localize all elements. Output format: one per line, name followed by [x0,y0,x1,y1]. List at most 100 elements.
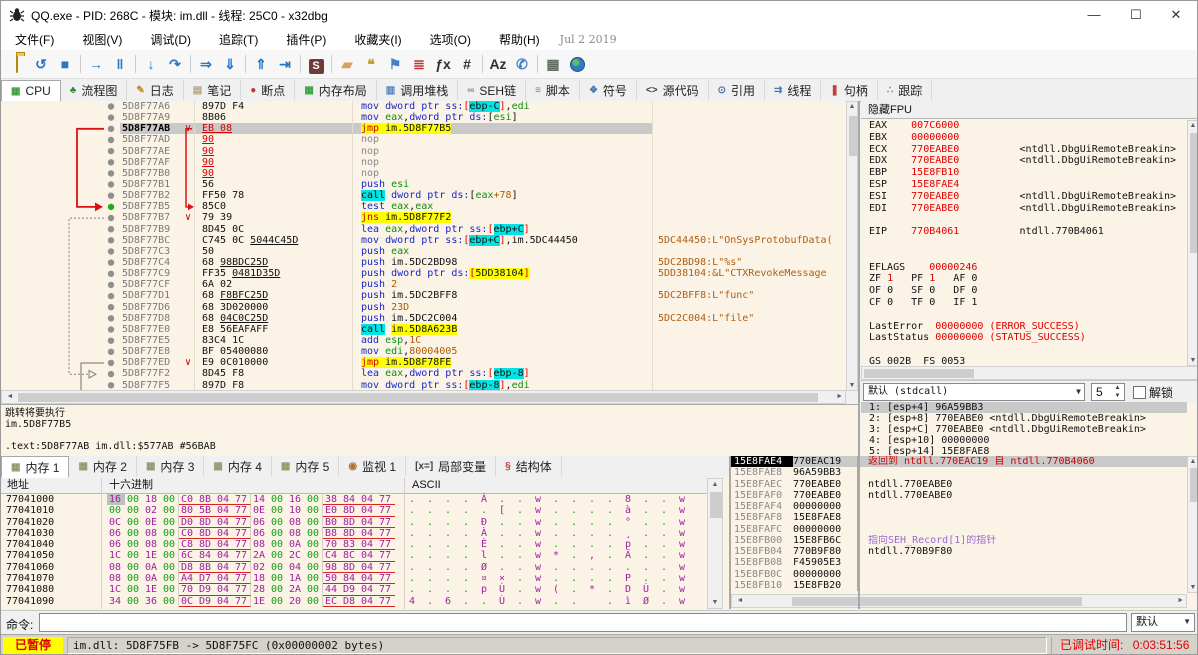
disasm-row[interactable]: 5D8F77AE 90 nop [120,145,846,157]
breakpoint-dot[interactable] [107,226,115,233]
tab-graph[interactable]: ♣ 流程图 [61,80,128,100]
breakpoint-dot[interactable] [107,337,115,344]
disasm-row[interactable]: 5D8F77B2 FF50 78 call dword ptr ds:[eax+78… [120,190,846,202]
breakpoint-dot[interactable] [107,114,115,121]
arg-count-stepper[interactable]: 5 ▲ ▼ [1091,383,1125,401]
breakpoint-dot[interactable] [107,237,115,244]
calculator-icon[interactable]: ▦ [541,53,565,75]
restart-icon[interactable]: ↺ [29,53,53,75]
disasm-row[interactable]: 5D8F77E0 E8 56EAFAFF call im.5D8A623B [120,323,846,335]
tab-memory-map[interactable]: ▦ 内存布局 [295,80,377,100]
breakpoint-dot[interactable] [107,304,115,311]
stack-row[interactable]: 15E8FAF0 770EABE0 ntdll.770EABE0 [731,489,1197,501]
menu-item-H[interactable]: 帮助(H) [485,31,554,48]
tab-dump3[interactable]: ▦ 内存 3 [137,456,205,476]
disassembly-panel[interactable]: 5D8F77A6 897D F4 mov dword ptr ss:[ebp-C],… [1,101,846,391]
breakpoint-dot[interactable] [107,248,115,255]
disasm-row[interactable]: 5D8F77D6 68 3D020000 push 23D [120,301,846,313]
tab-struct[interactable]: § 结构体 [496,456,562,476]
pause-icon[interactable]: ‖ [108,53,132,75]
comments-icon[interactable]: ❝ [359,53,383,75]
disassembly-vscrollbar[interactable]: ▲ ▼ [846,101,858,391]
disasm-row[interactable]: 5D8F77D1 68 F8BFC25D push im.5DC2BFF8 5DC2B… [120,290,846,302]
memory-dump-panel[interactable]: 地址 十六进制 ASCII 77041000 16 00 18 00 C0 8B 04 77 14… [1,478,729,609]
disasm-row[interactable]: 5D8F77AD 90 nop [120,134,846,146]
breakpoint-dot[interactable] [107,136,115,144]
tab-threads[interactable]: ⇉ 线程 [765,80,822,100]
scylla-icon[interactable]: S [304,53,328,75]
run-icon[interactable]: → [84,53,108,75]
memory-vscrollbar[interactable]: ▲ ▼ [707,478,723,609]
tab-log[interactable]: ✎ 日志 [127,80,184,100]
tab-breakpoints[interactable]: ● 断点 [241,80,296,100]
breakpoint-dot[interactable] [107,315,115,322]
breakpoint-dot[interactable] [107,259,115,266]
tab-trace[interactable]: ∴ 跟踪 [878,80,933,100]
breakpoint-dot[interactable] [107,382,115,389]
breakpoint-dot[interactable] [107,125,115,132]
menu-item-P[interactable]: 插件(P) [272,31,340,48]
assembler-device-icon[interactable]: ✆ [510,53,534,75]
argument-list[interactable]: 1: [esp+4] 96A59BB3 2: [esp+8] 770EABE0 <… [861,402,1187,457]
trace-over-icon[interactable]: ⇓ [218,53,242,75]
run-to-user-code-icon[interactable]: ⇥ [273,53,297,75]
stack-row[interactable]: 15E8FAE4 770EAC19 返回到 ntdll.770EAC19 自 ntd… [731,456,1197,468]
stack-row[interactable]: 15E8FB0C 00000000 [731,568,1197,580]
step-over-icon[interactable]: ↷ [163,53,187,75]
stack-row[interactable]: 15E8FB08 F45905E3 [731,557,1197,569]
disasm-row[interactable]: 5D8F77B7 ∨ 79 39 jns im.5D8F77F2 [120,212,846,224]
breakpoint-dot[interactable] [107,103,115,110]
trace-into-icon[interactable]: ⇒ [194,53,218,75]
tab-seh-chain[interactable]: ∞ SEH链 [458,80,527,100]
menu-item-O[interactable]: 选项(O) [416,31,485,48]
stepper-arrows-icon[interactable]: ▲ ▼ [1112,384,1123,400]
argument-row[interactable]: 3: [esp+C] 770EABE0 <ntdll.DbgUiRemoteBr… [861,424,1187,435]
breakpoint-dot[interactable] [107,292,115,300]
execute-till-return-icon[interactable]: ⇑ [249,53,273,75]
tab-dump4[interactable]: ▦ 内存 4 [204,456,272,476]
disasm-row[interactable]: 5D8F77B1 56 push esi [120,178,846,191]
disasm-row[interactable]: 5D8F77C3 50 push eax [120,245,846,257]
breakpoint-dot[interactable] [107,359,115,367]
stack-row[interactable]: 15E8FAE8 96A59BB3 [731,467,1197,479]
tab-dump1[interactable]: ▦ 内存 1 [1,456,70,478]
stack-row[interactable]: 15E8FAF8 15E8FAE8 [731,512,1197,524]
breakpoint-dot[interactable] [107,192,115,199]
menu-item-V[interactable]: 视图(V) [68,31,136,48]
calling-convention-select[interactable]: 默认 (stdcall) ▼ [863,383,1085,401]
disasm-row[interactable]: 5D8F77D8 68 04C0C25D push im.5DC2C004 5DC2C… [120,312,846,324]
argument-row[interactable]: 1: [esp+4] 96A59BB3 [861,402,1187,413]
breakpoint-dot[interactable] [107,270,115,277]
unlock-checkbox[interactable] [1133,386,1146,399]
memory-row[interactable]: 77041080 1C 00 1E 00 70 D9 04 77 28 00 2A 00 44 D9 04 77… [1,584,707,596]
breakpoint-dot[interactable] [107,326,115,333]
stack-vscrollbar[interactable]: ▲ ▼ [1187,456,1197,593]
stop-icon[interactable]: ■ [53,53,77,75]
disasm-row[interactable]: 5D8F77C9 FF35 0481D35D push dword ptr ds:[… [120,268,846,280]
close-button[interactable]: ✕ [1159,1,1193,29]
disasm-row[interactable]: 5D8F77CF 6A 02 push 2 [120,279,846,291]
maximize-button[interactable]: ☐ [1119,1,1153,29]
breakpoint-list-icon[interactable]: ≣ [407,53,431,75]
argument-row[interactable]: 4: [esp+10] 00000000 [861,435,1187,446]
disasm-row[interactable]: 5D8F77AB ∨ EB 08 jmp im.5D8F77B5 [120,123,846,135]
disasm-row[interactable]: 5D8F77B5 85C0 test eax,eax [120,201,846,213]
appearance-icon[interactable]: Az [486,53,510,75]
disasm-row[interactable]: 5D8F77F2 8D45 F8 lea eax,dword ptr ss:[ebp… [120,368,846,380]
memory-row[interactable]: 77041060 08 00 0A 00 D8 8B 04 77 02 00 04 00 98 8D 04 77… [1,561,707,574]
registers-hscrollbar[interactable] [861,366,1197,380]
command-history-select[interactable]: 默认 ▼ [1131,613,1195,632]
memory-row[interactable]: 77041070 08 00 0A 00 A4 D7 04 77 18 00 1A 00 50 84 04 77… [1,573,707,585]
tab-call-stack[interactable]: ▥ 调用堆栈 [377,80,459,100]
command-input[interactable] [39,613,1127,632]
disasm-row[interactable]: 5D8F77B9 8D45 0C lea eax,dword ptr ss:[ebp… [120,223,846,235]
stack-row[interactable]: 15E8FB00 15E8FB6C 指向SEH_Record[1]的指针 [731,534,1197,546]
check-updates-icon[interactable] [565,53,589,75]
tab-dump5[interactable]: ▦ 内存 5 [272,456,340,476]
breakpoint-dot[interactable] [107,214,115,222]
open-file-icon[interactable] [5,53,29,75]
memory-row[interactable]: 77041050 1C 00 1E 00 6C 84 04 77 2A 00 2C 00 C4 8C 04 77… [1,550,707,562]
tab-locals[interactable]: [x=] 局部变量 [406,456,497,476]
stack-row[interactable]: 15E8FAEC 770EABE0 ntdll.770EABE0 [731,478,1197,490]
memory-row[interactable]: 77041020 0C 00 0E 00 D0 8D 04 77 06 00 08 00 B0 8D 04 77… [1,516,707,528]
